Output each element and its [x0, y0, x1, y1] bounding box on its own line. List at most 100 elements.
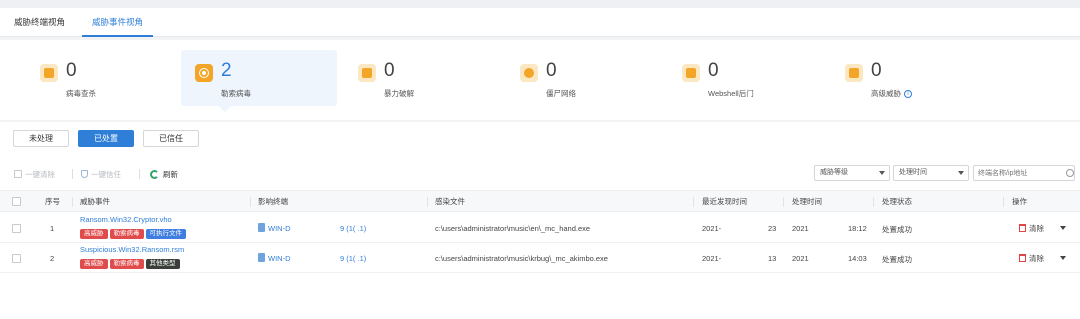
- clear-label: 清除: [1029, 224, 1044, 233]
- ransomware-icon: [195, 64, 213, 82]
- row-checkbox[interactable]: [12, 254, 21, 263]
- found-date: 2021-: [702, 254, 722, 263]
- handle-time-select[interactable]: 处理时间: [893, 165, 969, 181]
- card-label-text: 高级威胁: [871, 89, 901, 98]
- terminal-name: WIN-D: [268, 224, 291, 233]
- top-strip: [0, 0, 1080, 8]
- card-ransomware[interactable]: 2 勒索病毒: [181, 50, 337, 112]
- clear-button[interactable]: 清除: [1019, 253, 1044, 264]
- header-found-time: 最近发现时间: [702, 197, 747, 206]
- threat-event-link[interactable]: Suspicious.Win32.Ransom.rsm: [80, 245, 184, 254]
- card-count: 2: [221, 60, 232, 81]
- row-index: 1: [50, 224, 55, 233]
- column-divider: [783, 197, 784, 207]
- card-webshell[interactable]: 0 Webshell后门: [668, 50, 824, 106]
- threat-event-link[interactable]: Ransom.Win32.Cryptor.vho: [80, 215, 172, 224]
- toolbar-divider: [139, 169, 140, 179]
- chevron-down-icon: [879, 171, 885, 175]
- column-divider: [1003, 197, 1004, 207]
- table-row[interactable]: 1 Ransom.Win32.Cryptor.vho 高威胁 勒索病毒 可执行文件 …: [0, 213, 1080, 243]
- card-label: 病毒查杀: [66, 89, 96, 98]
- filter-unhandled-button[interactable]: 未处理: [13, 130, 69, 147]
- tab-event-view[interactable]: 威胁事件视角: [82, 8, 154, 37]
- terminal-link[interactable]: WIN-D: [258, 223, 291, 233]
- card-count: 0: [708, 60, 719, 81]
- summary-cards: 0 病毒查杀 2 勒索病毒 0 暴力破解 0 僵尸网络 0 Webshell后门…: [0, 40, 1080, 120]
- found-time: 13: [768, 254, 777, 263]
- trust-all-button[interactable]: 一键信任: [81, 169, 121, 180]
- filter-handled-button[interactable]: 已处置: [78, 130, 134, 147]
- chevron-down-icon: [958, 171, 964, 175]
- handle-date: 2021: [792, 224, 809, 233]
- card-botnet[interactable]: 0 僵尸网络: [506, 50, 662, 106]
- header-terminal: 影响终端: [258, 197, 288, 206]
- column-divider: [427, 197, 428, 207]
- search-input[interactable]: [973, 165, 1075, 181]
- trust-all-label: 一键信任: [91, 170, 121, 179]
- trash-icon: [1019, 224, 1026, 232]
- card-brute-force[interactable]: 0 暴力破解: [344, 50, 500, 106]
- card-label: Webshell后门: [708, 89, 754, 98]
- toolbar-divider: [72, 169, 73, 179]
- table-header: 序号 威胁事件 影响终端 感染文件 最近发现时间 处理时间 处理状态 操作: [0, 190, 1080, 212]
- header-file: 感染文件: [435, 197, 465, 206]
- webshell-icon: [682, 64, 700, 82]
- more-actions-chevron-icon[interactable]: [1060, 256, 1066, 260]
- lock-icon: [358, 64, 376, 82]
- row-checkbox[interactable]: [12, 224, 21, 233]
- card-advanced-threat[interactable]: 0 高级威胁 i: [831, 50, 987, 106]
- card-count: 0: [546, 60, 557, 81]
- botnet-icon: [520, 64, 538, 82]
- card-count: 0: [66, 60, 77, 81]
- refresh-button[interactable]: 刷新: [150, 169, 178, 180]
- card-label: 暴力破解: [384, 89, 414, 98]
- info-icon[interactable]: i: [904, 90, 912, 99]
- advanced-threat-icon: [845, 64, 863, 82]
- virus-scan-icon: [40, 64, 58, 82]
- handle-date: 2021: [792, 254, 809, 263]
- terminal-link[interactable]: WIN-D: [258, 253, 291, 263]
- handle-status: 处置成功: [882, 255, 912, 264]
- trash-outline-icon: [14, 170, 22, 178]
- terminal-ip: 9 (1( .1): [340, 224, 367, 233]
- terminal-ip: 9 (1( .1): [340, 254, 367, 263]
- tab-terminal-view[interactable]: 威胁终端视角: [14, 8, 65, 37]
- tag-ransomware: 勒索病毒: [109, 259, 144, 269]
- refresh-label: 刷新: [163, 170, 178, 179]
- filter-trusted-button[interactable]: 已信任: [143, 130, 199, 147]
- infected-file: c:\users\administrator\music\krbug\_mc_a…: [435, 254, 608, 263]
- event-panel: 未处理 已处置 已信任 一键清除 一键信任 刷新 威胁等级 处理时间 序号 威胁…: [0, 122, 1080, 319]
- threat-level-value: 威胁等级: [820, 169, 848, 176]
- column-divider: [250, 197, 251, 207]
- header-event: 威胁事件: [80, 197, 110, 206]
- clear-all-label: 一键清除: [25, 170, 55, 179]
- threat-tags: 高威胁 勒索病毒 其他类型: [80, 258, 182, 269]
- header-status: 处理状态: [882, 197, 912, 206]
- tag-ransomware: 勒索病毒: [109, 229, 144, 239]
- more-actions-chevron-icon[interactable]: [1060, 226, 1066, 230]
- computer-icon: [258, 253, 265, 262]
- handle-time: 18:12: [848, 224, 867, 233]
- table-row[interactable]: 2 Suspicious.Win32.Ransom.rsm 高威胁 勒索病毒 其他类…: [0, 243, 1080, 273]
- tag-high-threat: 高威胁: [80, 229, 108, 239]
- computer-icon: [258, 223, 265, 232]
- card-label: 勒索病毒: [221, 89, 251, 98]
- terminal-name: WIN-D: [268, 254, 291, 263]
- card-virus-scan[interactable]: 0 病毒查杀: [26, 50, 182, 106]
- infected-file: c:\users\administrator\music\en\_mc_hand…: [435, 224, 591, 233]
- card-count: 0: [871, 60, 882, 81]
- search-icon[interactable]: [1066, 169, 1074, 177]
- threat-level-select[interactable]: 威胁等级: [814, 165, 890, 181]
- card-label: 高级威胁 i: [871, 88, 912, 99]
- card-label: 僵尸网络: [546, 89, 576, 98]
- clear-button[interactable]: 清除: [1019, 223, 1044, 234]
- select-all-checkbox[interactable]: [12, 197, 21, 206]
- clear-all-button[interactable]: 一键清除: [14, 169, 55, 180]
- clear-label: 清除: [1029, 254, 1044, 263]
- column-divider: [873, 197, 874, 207]
- row-index: 2: [50, 254, 55, 263]
- header-handle-time: 处理时间: [792, 197, 822, 206]
- card-count: 0: [384, 60, 395, 81]
- handle-time: 14:03: [848, 254, 867, 263]
- header-action: 操作: [1012, 197, 1027, 206]
